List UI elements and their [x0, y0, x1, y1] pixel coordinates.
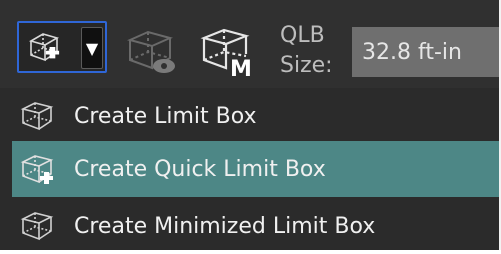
menu-item-create-limit-box[interactable]: Create Limit Box	[12, 88, 499, 144]
chevron-down-icon: ▼	[85, 38, 99, 58]
limit-box-eye-icon[interactable]	[122, 26, 180, 76]
create-limit-box-menu: Create Limit Box Create Quick Limit Box	[12, 88, 499, 250]
create-quick-limit-box-dropdown[interactable]: ▼	[17, 21, 107, 73]
menu-item-label: Create Minimized Limit Box	[74, 213, 376, 239]
limit-box-icon	[20, 102, 54, 131]
qlb-size-label: QLB Size:	[280, 21, 346, 81]
qlb-size-input[interactable]	[352, 27, 499, 77]
limit-box-panel: ▼ M QLB Size: 32.8 ft-in Create Limit Bo…	[0, 0, 501, 250]
dropdown-arrow-button[interactable]: ▼	[81, 27, 103, 69]
minimized-limit-box-icon[interactable]: M	[196, 24, 258, 78]
svg-text:M: M	[230, 57, 252, 78]
menu-item-label: Create Quick Limit Box	[74, 156, 326, 182]
quick-limit-box-icon	[20, 155, 54, 184]
minimized-limit-box-icon	[20, 212, 54, 241]
qlb-label-line: QLB	[280, 23, 325, 48]
menu-item-create-quick-limit-box[interactable]: Create Quick Limit Box	[12, 141, 499, 197]
toolbar: ▼ M QLB Size: 32.8 ft-in	[0, 0, 499, 88]
menu-item-create-minimized-limit-box[interactable]: Create Minimized Limit Box	[12, 198, 499, 254]
menu-item-label: Create Limit Box	[74, 103, 257, 129]
size-label-line: Size:	[280, 53, 333, 78]
quick-limit-box-icon	[28, 33, 60, 62]
